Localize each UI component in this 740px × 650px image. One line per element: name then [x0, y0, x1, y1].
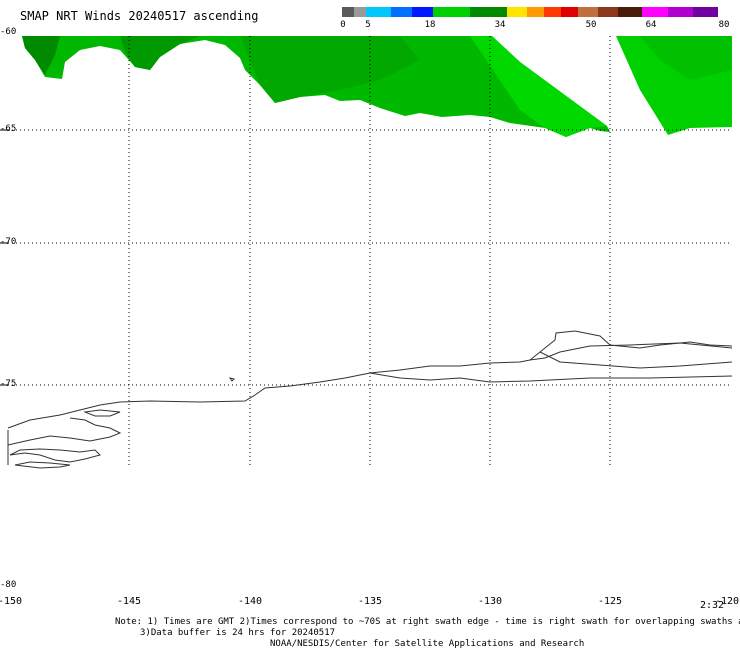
latitude-label: -80	[0, 580, 17, 590]
longitude-label: -125	[597, 596, 623, 607]
axis-ticks	[0, 129, 8, 386]
coastline	[7, 330, 733, 469]
footer-credit: NOAA/NESDIS/Center for Satellite Applica…	[270, 639, 585, 649]
coastline-segment	[83, 409, 121, 417]
wind-swath	[22, 36, 732, 137]
coastline-segment	[14, 461, 71, 469]
swath-time-label: 2:32	[700, 600, 725, 611]
footer-note-line1: Note: 1) Times are GMT 2)Times correspon…	[115, 617, 740, 627]
longitude-label: -140	[237, 596, 263, 607]
longitude-label: -150	[0, 596, 23, 607]
coastline-segment	[539, 351, 733, 369]
coastline-segment	[369, 372, 733, 383]
latitude-label: -75	[0, 379, 17, 389]
longitude-label: -145	[116, 596, 142, 607]
footer-note-line2: 3)Data buffer is 24 hrs for 20240517	[140, 628, 336, 638]
longitude-label: -135	[357, 596, 383, 607]
latitude-label: -70	[0, 237, 17, 247]
latitude-label: -65	[0, 124, 17, 134]
coastline-segment	[228, 377, 235, 382]
map-grid	[8, 36, 732, 465]
latitude-label: -60	[0, 27, 17, 37]
longitude-label: -130	[477, 596, 503, 607]
coastline-segment	[9, 448, 101, 463]
map-canvas	[0, 36, 733, 469]
